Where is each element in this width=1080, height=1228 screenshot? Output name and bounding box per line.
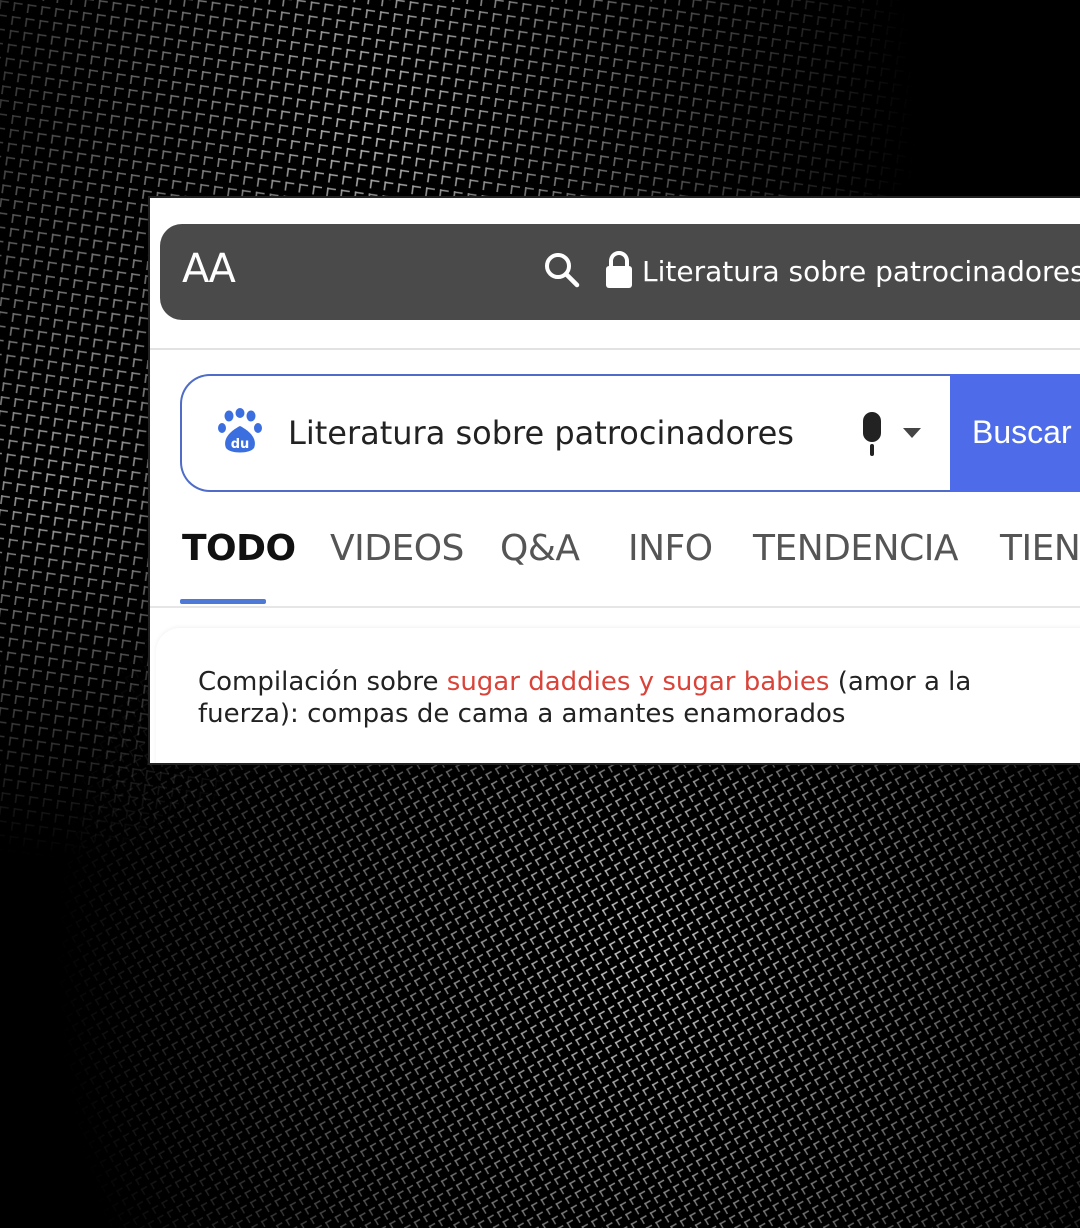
search-query-text[interactable]: Literatura sobre patrocinadores [288,414,794,452]
result-text-before: Compilación sobre [198,667,447,697]
result-snippet[interactable]: Compilación sobre sugar daddies y sugar … [198,666,1058,730]
text-size-button[interactable]: AA [182,246,236,292]
search-button[interactable]: Buscar [950,374,1080,492]
tab-info[interactable]: INFO [628,528,713,569]
tab-qa[interactable]: Q&A [500,528,580,569]
lock-icon [606,251,632,288]
tab-tendencia[interactable]: TENDENCIA [753,528,958,569]
address-bar[interactable]: AA Literatura sobre patrocinadores [160,224,1080,320]
svg-text:du: du [231,437,250,452]
result-highlight: sugar daddies y sugar babies [446,667,830,697]
tab-tien[interactable]: TIEN [1000,528,1080,569]
tab-bar: TODO VIDEOS Q&A INFO TENDENCIA TIEN [150,520,1080,608]
search-input[interactable]: du Literatura sobre patrocinadores [180,374,962,492]
address-strip: AA Literatura sobre patrocinadores [150,198,1080,350]
result-card[interactable]: Compilación sobre sugar daddies y sugar … [156,628,1080,763]
search-icon [545,253,580,288]
active-tab-indicator [180,599,266,604]
url-text[interactable]: Literatura sobre patrocinadores [642,255,1080,288]
browser-window: AA Literatura sobre patrocinadores du Li… [150,198,1080,763]
microphone-icon[interactable] [856,410,888,456]
tab-todo[interactable]: TODO [182,528,296,569]
tab-videos[interactable]: VIDEOS [330,528,464,569]
baidu-paw-icon: du [218,408,262,453]
chevron-down-icon[interactable] [902,426,922,440]
search-button-label: Buscar [972,414,1072,450]
